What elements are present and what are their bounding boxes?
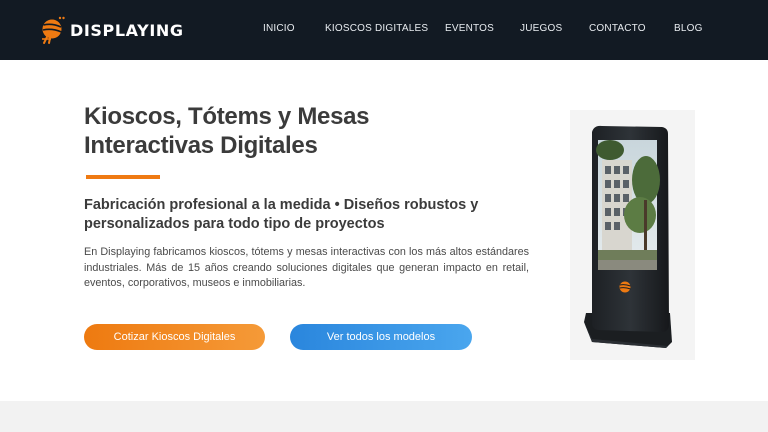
main-nav: INICIO KIOSCOS DIGITALES EVENTOS JUEGOS … xyxy=(0,0,768,60)
nav-item-inicio[interactable]: INICIO xyxy=(263,23,295,34)
next-section-band xyxy=(0,401,768,432)
site-header: DISPLAYING INICIO KIOSCOS DIGITALES EVEN… xyxy=(0,0,768,60)
kiosk-product-image xyxy=(570,110,695,360)
quote-kiosks-button[interactable]: Cotizar Kioscos Digitales xyxy=(84,324,265,350)
hero-title-line-2: Interactivas Digitales xyxy=(84,132,318,159)
nav-item-juegos[interactable]: JUEGOS xyxy=(520,23,562,34)
title-accent-divider xyxy=(86,175,160,179)
nav-item-kioscos-digitales[interactable]: KIOSCOS DIGITALES xyxy=(325,23,428,34)
view-all-models-button[interactable]: Ver todos los modelos xyxy=(290,324,472,350)
hero-description: En Displaying fabricamos kioscos, tótems… xyxy=(84,246,529,289)
nav-item-eventos[interactable]: EVENTOS xyxy=(445,23,494,34)
hero-title: Kioscos, Tótems y Mesas Interactivas Dig… xyxy=(84,102,464,160)
hero-title-line-1: Kioscos, Tótems y Mesas xyxy=(84,103,370,130)
nav-item-blog[interactable]: BLOG xyxy=(674,23,703,34)
hero-subtitle: Fabricación profesional a la medida • Di… xyxy=(84,197,479,232)
nav-item-contacto[interactable]: CONTACTO xyxy=(589,23,646,34)
